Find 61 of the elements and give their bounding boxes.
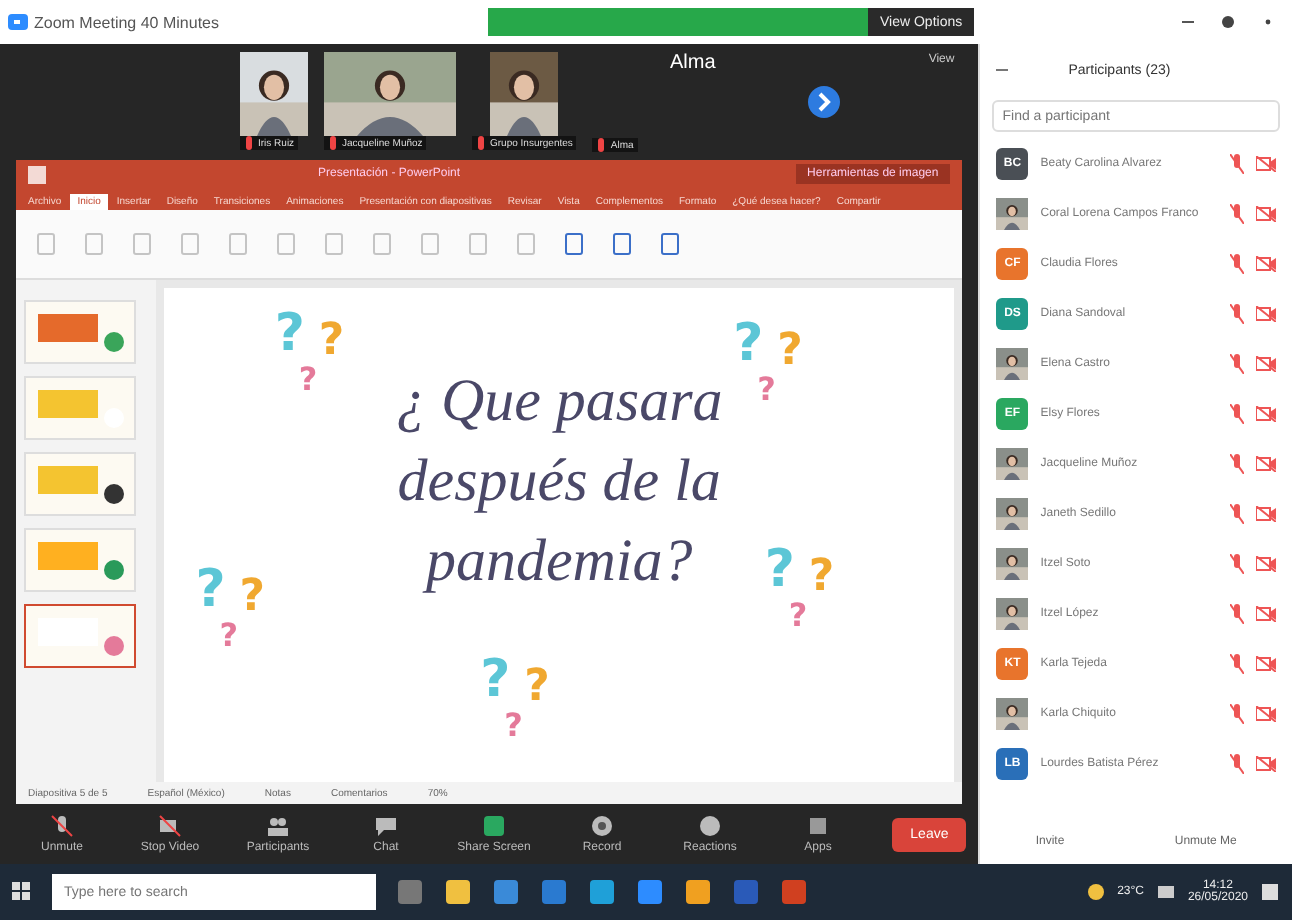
window-title: Zoom Meeting 40 Minutes bbox=[34, 13, 219, 31]
muted-mic-icon bbox=[1230, 154, 1244, 174]
question-mark: ? bbox=[733, 317, 764, 370]
question-mark: ? bbox=[274, 307, 305, 360]
question-mark: ? bbox=[524, 665, 550, 710]
question-mark: ? bbox=[318, 319, 345, 364]
collapse-icon[interactable] bbox=[996, 64, 1009, 76]
muted-mic-icon bbox=[1230, 304, 1244, 324]
question-mark: ? bbox=[239, 576, 266, 621]
weather-icon bbox=[1085, 882, 1106, 902]
participant-name: Alma bbox=[670, 52, 716, 74]
slide-thumbnail[interactable] bbox=[24, 604, 136, 668]
question-mark: ? bbox=[219, 620, 239, 653]
muted-mic-icon bbox=[244, 136, 254, 150]
question-mark: ? bbox=[504, 709, 523, 742]
video-off-icon bbox=[1256, 156, 1276, 172]
muted-mic-icon bbox=[1230, 404, 1244, 424]
video-off-icon bbox=[1256, 456, 1276, 472]
muted-mic-icon bbox=[1230, 554, 1244, 574]
muted-mic-icon bbox=[328, 136, 338, 150]
muted-mic-icon bbox=[1230, 454, 1244, 474]
question-mark: ? bbox=[777, 329, 803, 374]
question-mark: ? bbox=[298, 363, 318, 396]
slide-text: pandemia? bbox=[425, 527, 693, 596]
muted-mic-icon bbox=[1230, 754, 1244, 774]
muted-mic-icon bbox=[50, 814, 74, 838]
more-icon[interactable] bbox=[1260, 14, 1276, 30]
record-icon bbox=[590, 814, 614, 838]
muted-mic-icon bbox=[1230, 204, 1244, 224]
people-icon bbox=[266, 814, 290, 838]
muted-mic-icon bbox=[1230, 604, 1244, 624]
question-mark: ? bbox=[195, 564, 226, 617]
video-off-icon bbox=[1256, 406, 1276, 422]
muted-mic-icon bbox=[476, 136, 486, 150]
slide-text: ¿ Que pasara bbox=[395, 367, 723, 436]
question-mark: ? bbox=[764, 544, 795, 597]
windows-icon[interactable] bbox=[12, 882, 32, 902]
video-off-icon bbox=[1256, 556, 1276, 572]
muted-mic-icon bbox=[1230, 704, 1244, 724]
muted-mic-icon bbox=[1230, 504, 1244, 524]
video-off-icon bbox=[1256, 306, 1276, 322]
video-off-icon bbox=[1256, 656, 1276, 672]
muted-mic-icon bbox=[1230, 354, 1244, 374]
video-off-icon bbox=[158, 814, 182, 838]
chat-icon bbox=[374, 814, 398, 838]
question-mark: ? bbox=[480, 653, 511, 706]
video-off-icon bbox=[1256, 256, 1276, 272]
muted-mic-icon bbox=[1230, 654, 1244, 674]
share-screen-icon bbox=[482, 814, 506, 838]
video-off-icon bbox=[1256, 706, 1276, 722]
question-mark: ? bbox=[757, 373, 776, 406]
video-off-icon bbox=[1256, 606, 1276, 622]
video-off-icon bbox=[1256, 506, 1276, 522]
video-off-icon bbox=[1256, 356, 1276, 372]
video-off-icon bbox=[1256, 206, 1276, 222]
question-mark: ? bbox=[788, 600, 808, 633]
muted-mic-icon bbox=[596, 138, 607, 152]
muted-mic-icon bbox=[1230, 254, 1244, 274]
slide-text: después de la bbox=[397, 447, 721, 516]
question-mark: ? bbox=[808, 556, 835, 601]
video-off-icon bbox=[1256, 756, 1276, 772]
